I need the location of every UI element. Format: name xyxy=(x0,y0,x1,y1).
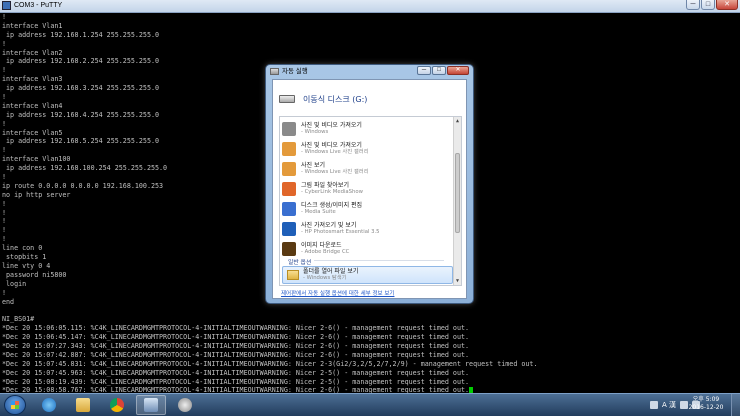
scroll-up-icon[interactable]: ▲ xyxy=(454,117,461,125)
dialog-title: 자동 실행 xyxy=(282,68,308,75)
autoplay-option[interactable]: 사진 가져오기 및 보기 - HP Photosmart Essential 3.… xyxy=(282,219,454,239)
drive-name: 이동식 디스크 (G:) xyxy=(303,94,368,104)
taskbar-ie-button[interactable] xyxy=(34,395,64,415)
open-folder-option[interactable]: 폴더를 열어 파일 보기 - Windows 탐색기 xyxy=(282,266,453,284)
autoplay-window-icon xyxy=(270,68,279,75)
autoplay-option[interactable]: 그림 파일 찾아보기 - CyberLink MediaShow xyxy=(282,179,454,199)
terminal-line: *Dec 20 15:06:45.147: %C4K_LINECARDMGMTP… xyxy=(2,333,470,342)
autoplay-option[interactable]: 이미지 다운로드 - Adobe Bridge CC xyxy=(282,239,454,259)
terminal-line: *Dec 20 15:07:42.887: %C4K_LINECARDMGMTP… xyxy=(2,350,470,359)
autoplay-option-sub: - CyberLink MediaShow xyxy=(301,189,363,195)
list-scrollbar[interactable]: ▲ ▼ xyxy=(453,117,461,285)
terminal-line: interface Vlan2 xyxy=(2,48,63,57)
autoplay-option[interactable]: 디스크 생성/이미지 편집 - Media Suite xyxy=(282,199,454,219)
photo-gallery-icon xyxy=(282,162,296,176)
terminal-line: ! xyxy=(2,13,7,21)
terminal-line: ip address 192.168.1.254 255.255.255.0 xyxy=(2,30,160,39)
photo-gallery-icon xyxy=(282,142,296,156)
general-options-label: 일반 옵션 xyxy=(288,260,312,266)
removable-drive-icon xyxy=(279,95,295,103)
scroll-thumb[interactable] xyxy=(455,153,460,233)
autoplay-option[interactable]: 사진 및 비디오 가져오기 - Windows xyxy=(282,119,454,139)
close-button[interactable]: ✕ xyxy=(716,0,738,10)
terminal-line: *Dec 20 15:06:05.115: %C4K_LINECARDMGMTP… xyxy=(2,324,470,333)
media-suite-icon xyxy=(282,202,296,216)
camera-icon xyxy=(282,122,296,136)
terminal-line: *Dec 20 15:08:58.767: %C4K_LINECARDMGMTP… xyxy=(2,386,738,393)
control-panel-link[interactable]: 제어판에서 자동 실행 옵션에 대한 세부 정보 보기 xyxy=(281,289,394,297)
taskbar-clock[interactable]: 오후 5:09 2016-12-20 xyxy=(682,396,730,412)
terminal-line: NI_BS01# xyxy=(2,315,35,324)
dialog-close-button[interactable]: ✕ xyxy=(447,66,469,75)
section-divider xyxy=(314,260,444,261)
autoplay-option-sub: - Windows xyxy=(301,129,329,135)
clock-time: 오후 5:09 xyxy=(692,396,720,403)
dialog-maximize-button[interactable]: □ xyxy=(432,66,446,75)
show-desktop-button[interactable] xyxy=(731,394,740,416)
tray-network-icon[interactable] xyxy=(649,401,658,409)
autoplay-option-sub: - Media Suite xyxy=(301,209,336,215)
drive-header: 이동식 디스크 (G:) xyxy=(279,92,367,106)
autoplay-option-label: 사진 보기 xyxy=(301,162,325,169)
input-language-indicator[interactable]: A 漢 xyxy=(662,400,676,410)
folder-icon xyxy=(76,398,90,412)
putty-app-icon[interactable] xyxy=(2,1,11,10)
taskbar-putty-button[interactable] xyxy=(136,395,166,415)
hp-icon xyxy=(282,222,296,236)
autoplay-option-sub: - Windows Live 사진 갤러리 xyxy=(301,149,369,155)
autoplay-option-label: 사진 및 비디오 가져오기 xyxy=(301,142,362,149)
terminal-line: *Dec 20 15:07:27.343: %C4K_LINECARDMGMTP… xyxy=(2,341,470,350)
autoplay-option-label: 사진 가져오기 및 보기 xyxy=(301,222,357,229)
mediashow-icon xyxy=(282,182,296,196)
terminal-line: *Dec 20 15:07:45.831: %C4K_LINECARDMGMTP… xyxy=(2,359,538,368)
terminal-line: *Dec 20 15:08:19.439: %C4K_LINECARDMGMTP… xyxy=(2,377,470,386)
chrome-icon xyxy=(110,398,124,412)
clock-date: 2016-12-20 xyxy=(688,404,724,411)
autoplay-option[interactable]: 사진 및 비디오 가져오기 - Windows Live 사진 갤러리 xyxy=(282,139,454,159)
taskbar-chrome-button[interactable] xyxy=(102,395,132,415)
autoplay-option-label: 그림 파일 찾아보기 xyxy=(301,182,349,189)
autoplay-option-sub: - Adobe Bridge CC xyxy=(301,249,350,255)
autoplay-option-sub: - Windows Live 사진 갤러리 xyxy=(301,169,369,175)
autoplay-option-label: 이미지 다운로드 xyxy=(301,242,342,249)
dialog-body: 이동식 디스크 (G:) 사진 및 비디오 가져오기 - Windows 사진 및 … xyxy=(272,79,467,299)
minimize-button[interactable]: ─ xyxy=(686,0,700,10)
adobe-bridge-icon xyxy=(282,242,296,256)
autoplay-option-sub: - HP Photosmart Essential 3.5 xyxy=(301,229,380,235)
taskbar: A 漢 오후 5:09 2016-12-20 xyxy=(0,393,740,416)
start-button[interactable] xyxy=(4,395,26,415)
autoplay-dialog: 자동 실행 ─ □ ✕ 이동식 디스크 (G:) 사진 및 비디오 가져오기 - … xyxy=(265,64,474,304)
scroll-down-icon[interactable]: ▼ xyxy=(454,277,461,285)
window-controls: ─ □ ✕ xyxy=(686,0,738,11)
folder-icon xyxy=(287,270,299,280)
autoplay-option-label: 사진 및 비디오 가져오기 xyxy=(301,122,362,129)
autoplay-icon xyxy=(178,398,192,412)
putty-title-bar[interactable]: COM3 - PuTTY ─ □ ✕ xyxy=(0,0,740,13)
autoplay-option[interactable]: 사진 보기 - Windows Live 사진 갤러리 xyxy=(282,159,454,179)
window-title: COM3 - PuTTY xyxy=(14,2,63,9)
internet-explorer-icon xyxy=(42,398,56,412)
terminal-line: ! xyxy=(2,39,7,48)
dialog-controls: ─ □ ✕ xyxy=(417,66,469,75)
maximize-button[interactable]: □ xyxy=(701,0,715,10)
taskbar-autoplay-button[interactable] xyxy=(170,395,200,415)
dialog-minimize-button[interactable]: ─ xyxy=(417,66,431,75)
autoplay-option-label: 디스크 생성/이미지 편집 xyxy=(301,202,363,209)
terminal-line: interface Vlan1 xyxy=(2,21,63,30)
terminal-line: *Dec 20 15:07:45.963: %C4K_LINECARDMGMTP… xyxy=(2,368,470,377)
taskbar-explorer-button[interactable] xyxy=(68,395,98,415)
windows-logo-icon xyxy=(11,401,19,409)
open-folder-label: 폴더를 열어 파일 보기 xyxy=(303,268,359,275)
open-folder-sub: - Windows 탐색기 xyxy=(303,275,347,281)
autoplay-options-list[interactable]: 사진 및 비디오 가져오기 - Windows 사진 및 비디오 가져오기 - Win… xyxy=(279,116,462,286)
putty-icon xyxy=(144,398,158,412)
